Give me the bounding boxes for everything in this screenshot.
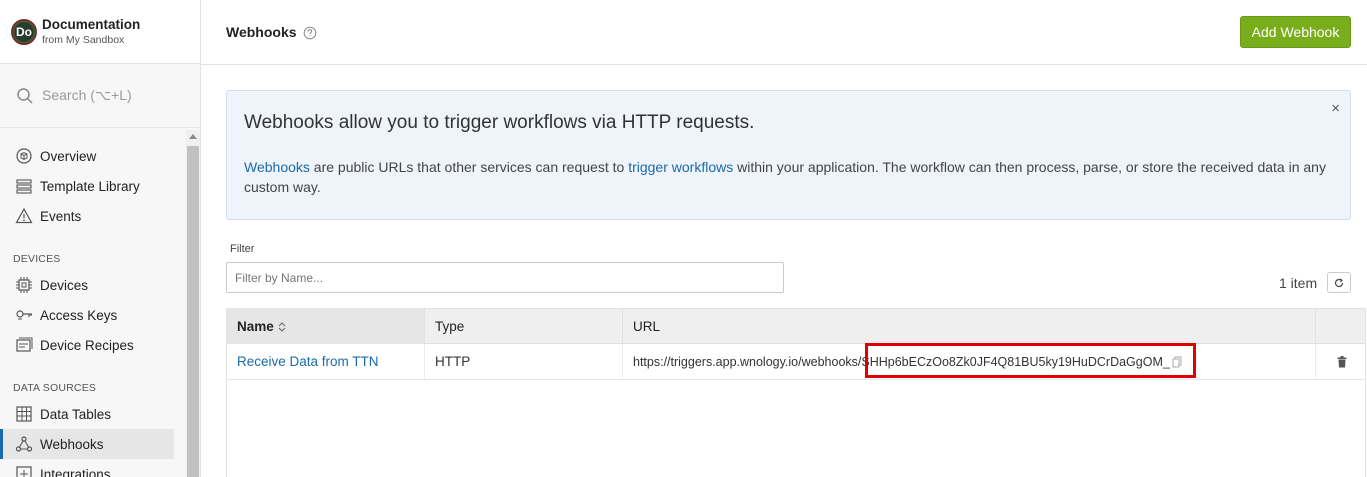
sidebar-item-label: Overview xyxy=(40,148,97,164)
search-box[interactable]: Search (⌥+L) xyxy=(0,64,200,128)
sidebar-scrollbar[interactable] xyxy=(186,130,200,477)
webhook-name-link[interactable]: Receive Data from TTN xyxy=(227,344,425,379)
refresh-icon xyxy=(1334,278,1344,287)
info-panel: Webhooks allow you to trigger workflows … xyxy=(226,90,1351,220)
sidebar-item-label: Events xyxy=(40,208,82,224)
sidebar-item-label: Devices xyxy=(40,277,89,293)
webhook-type: HTTP xyxy=(425,344,623,379)
chip-icon xyxy=(16,277,32,293)
column-header-type: Type xyxy=(425,309,623,344)
filter-input[interactable] xyxy=(226,262,784,293)
webhooks-link[interactable]: Webhooks xyxy=(244,159,310,175)
column-header-label: Name xyxy=(237,319,274,334)
help-icon[interactable] xyxy=(303,26,317,40)
refresh-button[interactable] xyxy=(1327,272,1351,293)
info-title: Webhooks allow you to trigger workflows … xyxy=(244,112,755,133)
sidebar-item-label: Template Library xyxy=(40,178,140,194)
recipe-icon xyxy=(16,337,33,352)
app-name: Documentation xyxy=(42,16,141,32)
info-text-1: are public URLs that other services can … xyxy=(309,159,629,175)
item-count: 1 item xyxy=(1279,275,1318,291)
sidebar-item-device-recipes[interactable]: Device Recipes xyxy=(4,330,174,360)
sidebar-item-integrations[interactable]: Integrations xyxy=(4,459,174,477)
copy-icon[interactable] xyxy=(1172,356,1182,368)
sidebar-item-webhooks[interactable]: Webhooks xyxy=(0,429,174,459)
section-devices: DEVICES xyxy=(13,253,61,265)
info-body: Webhooks are public URLs that other serv… xyxy=(244,157,1334,197)
sidebar-item-label: Integrations xyxy=(40,466,111,477)
column-header-actions xyxy=(1316,309,1367,344)
sidebar-item-template-library[interactable]: Template Library xyxy=(4,171,174,201)
template-library-icon xyxy=(16,179,32,194)
app-header[interactable]: Do Documentation from My Sandbox xyxy=(0,0,200,64)
app-avatar: Do xyxy=(11,18,37,45)
sidebar: Do Documentation from My Sandbox Search … xyxy=(0,0,201,477)
sidebar-item-overview[interactable]: Overview xyxy=(4,141,174,171)
row-actions xyxy=(1316,344,1367,379)
sidebar-item-events[interactable]: Events xyxy=(4,201,174,231)
sort-icon xyxy=(278,321,286,332)
webhooks-table: Name Type URL Receive Data from TTN HTTP… xyxy=(226,308,1366,477)
sidebar-item-label: Access Keys xyxy=(40,307,118,323)
sidebar-item-label: Device Recipes xyxy=(40,337,134,353)
integrations-icon xyxy=(16,466,32,477)
search-input[interactable]: Search (⌥+L) xyxy=(42,87,132,104)
trash-icon[interactable] xyxy=(1337,355,1347,368)
nav-area: Overview Template Library Events DEVICES xyxy=(0,130,186,477)
webhook-icon xyxy=(15,436,33,452)
app-subtitle: from My Sandbox xyxy=(42,33,125,46)
trigger-workflows-link[interactable]: trigger workflows xyxy=(628,159,733,175)
page-title: Webhooks xyxy=(226,24,297,40)
app-titles: Documentation from My Sandbox xyxy=(42,17,140,47)
scroll-thumb[interactable] xyxy=(187,146,199,477)
overview-icon xyxy=(16,148,32,164)
events-warning-icon xyxy=(15,207,33,224)
key-icon xyxy=(16,310,32,320)
add-webhook-button[interactable]: Add Webhook xyxy=(1240,16,1351,48)
table-row: Receive Data from TTN HTTP https://trigg… xyxy=(227,344,1365,380)
webhook-url: https://triggers.app.wnology.io/webhooks… xyxy=(633,354,1170,369)
filter-label: Filter xyxy=(230,243,255,255)
top-bar: Webhooks Add Webhook xyxy=(201,0,1367,65)
table-header: Name Type URL xyxy=(227,309,1365,344)
search-icon xyxy=(17,87,33,104)
main-content: Webhooks Add Webhook Webhooks allow you … xyxy=(201,0,1367,477)
webhook-url-cell: https://triggers.app.wnology.io/webhooks… xyxy=(623,344,1316,379)
column-header-url: URL xyxy=(623,309,1316,344)
table-icon xyxy=(16,406,32,422)
sidebar-item-label: Data Tables xyxy=(40,406,112,422)
sidebar-item-data-tables[interactable]: Data Tables xyxy=(4,399,174,429)
section-data-sources: DATA SOURCES xyxy=(13,382,97,394)
column-header-name[interactable]: Name xyxy=(227,309,425,344)
sidebar-item-devices[interactable]: Devices xyxy=(4,270,174,300)
close-icon[interactable]: × xyxy=(1331,101,1340,116)
scroll-up-arrow-icon[interactable] xyxy=(189,134,197,139)
sidebar-item-access-keys[interactable]: Access Keys xyxy=(4,300,174,330)
sidebar-item-label: Webhooks xyxy=(40,436,104,452)
